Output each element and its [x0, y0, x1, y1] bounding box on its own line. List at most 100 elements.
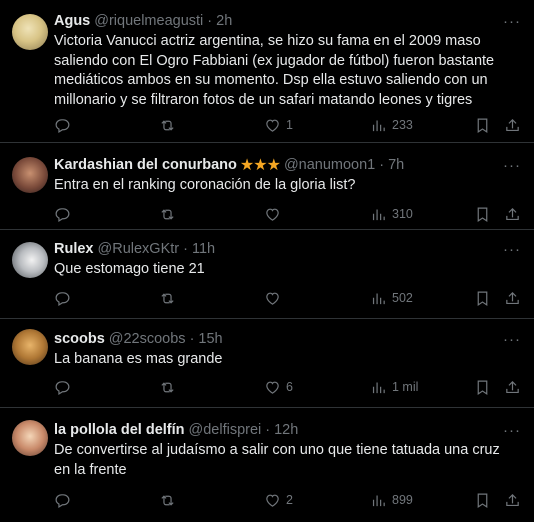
reply-button[interactable]	[54, 115, 71, 135]
tweet-actions: 1 233	[54, 115, 522, 135]
avatar[interactable]	[12, 420, 48, 456]
reply-icon	[55, 493, 70, 508]
display-name[interactable]: Agus	[54, 12, 90, 31]
reply-icon	[55, 207, 70, 222]
timestamp[interactable]: 7h	[388, 156, 404, 175]
tweet[interactable]: Agus @riquelmeagusti · 2h ··· Victoria V…	[0, 0, 534, 143]
view-count: 502	[392, 291, 413, 305]
tweet-text: Entra en el ranking coronación de la glo…	[54, 177, 356, 193]
timestamp[interactable]: 11h	[192, 240, 215, 259]
like-button[interactable]	[264, 204, 286, 224]
heart-icon	[266, 494, 279, 507]
like-count: 1	[286, 118, 293, 132]
timestamp[interactable]: 2h	[216, 12, 232, 31]
views-button[interactable]: 310	[370, 204, 413, 224]
avatar[interactable]	[12, 329, 48, 365]
timestamp[interactable]: 12h	[274, 421, 298, 440]
analytics-icon	[372, 382, 385, 393]
more-options-icon[interactable]: ···	[502, 242, 522, 257]
like-button[interactable]: 2	[264, 490, 293, 510]
views-button[interactable]: 233	[370, 115, 413, 135]
repost-button[interactable]	[159, 490, 176, 510]
user-handle[interactable]: @riquelmeagusti	[94, 12, 203, 31]
repost-icon	[161, 119, 174, 131]
tweet[interactable]: Kardashian del conurbano ★★★ @nanumoon1 …	[0, 143, 534, 230]
share-button[interactable]	[504, 204, 521, 224]
share-icon	[506, 291, 519, 304]
display-name[interactable]: scoobs	[54, 330, 105, 349]
tweet-header: Rulex @RulexGKtr · 11h ···	[54, 240, 534, 259]
like-button[interactable]	[264, 288, 286, 308]
tweet[interactable]: scoobs @22scoobs · 15h ··· La banana es …	[0, 319, 534, 408]
analytics-icon	[372, 209, 385, 220]
bookmark-button[interactable]	[474, 115, 491, 135]
share-button[interactable]	[504, 288, 521, 308]
tweet-actions: 6 1 mil	[54, 377, 522, 397]
tweet[interactable]: la pollola del delfín @delfisprei · 12h …	[0, 408, 534, 522]
more-options-icon[interactable]: ···	[502, 14, 522, 29]
separator-dot: ·	[183, 241, 188, 257]
user-handle[interactable]: @22scoobs	[109, 330, 186, 349]
tweet-text: La banana es mas grande	[54, 351, 223, 367]
like-button[interactable]: 6	[264, 377, 293, 397]
repost-icon	[161, 208, 174, 220]
view-count: 899	[392, 493, 413, 507]
display-name[interactable]: Rulex	[54, 240, 94, 259]
bookmark-button[interactable]	[474, 288, 491, 308]
tweet-header: Kardashian del conurbano ★★★ @nanumoon1 …	[54, 156, 534, 175]
views-button[interactable]: 899	[370, 490, 413, 510]
like-button[interactable]: 1	[264, 115, 293, 135]
share-button[interactable]	[504, 490, 521, 510]
more-options-icon[interactable]: ···	[502, 332, 522, 347]
reply-button[interactable]	[54, 204, 71, 224]
repost-button[interactable]	[159, 115, 176, 135]
more-options-icon[interactable]: ···	[502, 423, 522, 438]
display-name[interactable]: la pollola del delfín	[54, 421, 185, 440]
heart-icon	[266, 292, 279, 305]
bookmark-icon	[477, 118, 488, 133]
avatar[interactable]	[12, 14, 48, 50]
analytics-icon	[372, 120, 385, 131]
user-handle[interactable]: @RulexGKtr	[98, 240, 180, 259]
avatar[interactable]	[12, 242, 48, 278]
repost-button[interactable]	[159, 377, 176, 397]
repost-button[interactable]	[159, 204, 176, 224]
share-button[interactable]	[504, 377, 521, 397]
more-options-icon[interactable]: ···	[502, 158, 522, 173]
repost-icon	[161, 292, 174, 304]
user-handle[interactable]: @nanumoon1	[284, 156, 375, 175]
tweet[interactable]: Rulex @RulexGKtr · 11h ··· Que estomago …	[0, 230, 534, 319]
reply-button[interactable]	[54, 490, 71, 510]
user-handle[interactable]: @delfisprei	[189, 421, 262, 440]
repost-icon	[161, 381, 174, 393]
timestamp[interactable]: 15h	[198, 330, 222, 349]
share-icon	[506, 118, 519, 131]
views-button[interactable]: 502	[370, 288, 413, 308]
avatar[interactable]	[12, 157, 48, 193]
reply-icon	[55, 118, 70, 133]
share-button[interactable]	[504, 115, 521, 135]
reply-feed: Agus @riquelmeagusti · 2h ··· Victoria V…	[0, 0, 534, 522]
tweet-header: Agus @riquelmeagusti · 2h ···	[54, 12, 534, 31]
tweet-actions: 2 899	[54, 490, 522, 510]
reply-button[interactable]	[54, 288, 71, 308]
display-name[interactable]: Kardashian del conurbano	[54, 156, 237, 175]
bookmark-button[interactable]	[474, 490, 491, 510]
reply-button[interactable]	[54, 377, 71, 397]
views-button[interactable]: 1 mil	[370, 377, 418, 397]
heart-icon	[266, 119, 279, 132]
bookmark-icon	[477, 380, 488, 395]
bookmark-button[interactable]	[474, 204, 491, 224]
analytics-icon	[372, 293, 385, 304]
tweet-text: Victoria Vanucci actriz argentina, se hi…	[54, 33, 495, 108]
tweet-text: Que estomago tiene 21	[54, 261, 205, 277]
tweet-header: la pollola del delfín @delfisprei · 12h …	[54, 421, 534, 440]
separator-dot: ·	[189, 331, 195, 347]
bookmark-button[interactable]	[474, 377, 491, 397]
tweet-actions: 502	[54, 288, 522, 308]
bookmark-icon	[477, 493, 488, 508]
separator-dot: ·	[265, 422, 271, 438]
reply-icon	[55, 291, 70, 306]
view-count: 233	[392, 118, 413, 132]
repost-button[interactable]	[159, 288, 176, 308]
